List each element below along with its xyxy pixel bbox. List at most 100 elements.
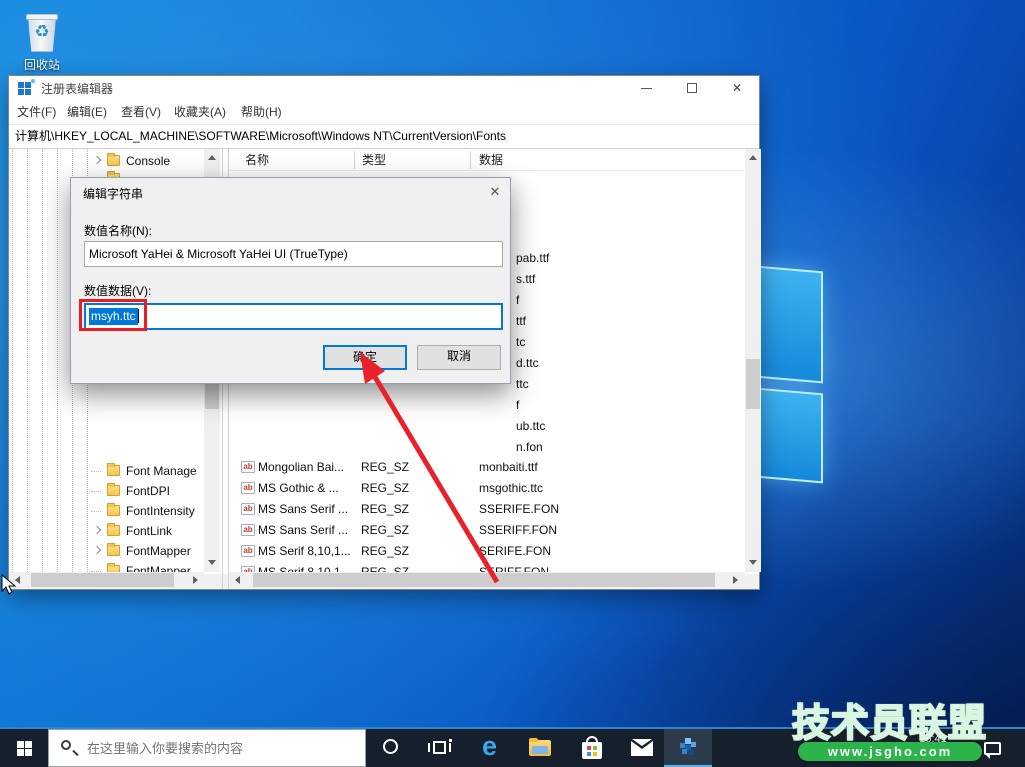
search-icon — [61, 740, 71, 750]
data-fragment: ub.ttc — [516, 416, 545, 437]
search-input[interactable] — [85, 730, 360, 766]
desktop: ♻ 回收站 注册表编辑器 ✕ 文件(F) 编辑(E) 查看(V) 收藏夹(A) … — [0, 0, 1025, 767]
ok-button[interactable]: 确定 — [323, 345, 407, 370]
scrollbar-thumb[interactable] — [746, 359, 760, 409]
file-explorer-icon-inner — [532, 746, 548, 754]
data-fragment: s.ttf — [516, 269, 535, 290]
tree-item-fontmapper2[interactable]: FontMapper — [9, 561, 204, 572]
maximize-button[interactable] — [669, 76, 715, 100]
windows-logo-icon — [17, 741, 24, 748]
scroll-left-icon[interactable] — [235, 576, 240, 584]
table-row[interactable]: ab MS Serif 8,10,1... REG_SZ SERIFE.FON — [229, 541, 745, 562]
regedit-app-icon-sparkle — [31, 79, 35, 83]
table-row[interactable]: ab MS Serif 8,10,1... REG_SZ SERIFF.FON — [229, 562, 745, 572]
menu-view[interactable]: 查看(V) — [121, 100, 161, 124]
value-name-field[interactable]: Microsoft YaHei & Microsoft YaHei UI (Tr… — [84, 241, 503, 267]
string-value-icon: ab — [241, 545, 255, 557]
search-icon-handle — [72, 750, 78, 756]
scroll-down-icon[interactable] — [208, 560, 216, 565]
menu-bar: 文件(F) 编辑(E) 查看(V) 收藏夹(A) 帮助(H) — [9, 100, 759, 124]
edge-icon: e — [482, 731, 497, 762]
list-horizontal-scrollbar[interactable] — [229, 572, 745, 588]
data-fragment: tc — [516, 332, 525, 353]
column-header-type[interactable]: 类型 — [362, 150, 386, 170]
data-fragment: n.fon — [516, 437, 543, 458]
recycle-bin-label: 回收站 — [14, 56, 70, 73]
start-button[interactable] — [0, 729, 48, 767]
annotation-red-box — [79, 299, 147, 331]
watermark-url: www.jsgho.com — [798, 742, 982, 761]
tree-item-fontmapper[interactable]: FontMapper — [9, 541, 204, 561]
cortana-button[interactable] — [372, 729, 412, 767]
folder-icon — [107, 565, 120, 572]
cortana-icon — [383, 739, 398, 754]
regedit-taskbar-button-active[interactable] — [664, 729, 712, 767]
edge-button[interactable]: e — [474, 729, 514, 767]
mail-icon-flap-top — [632, 739, 652, 746]
column-separator[interactable] — [354, 151, 355, 169]
expand-arrow-icon[interactable] — [93, 546, 101, 554]
mail-button[interactable] — [622, 729, 662, 767]
scroll-up-icon[interactable] — [749, 155, 757, 160]
list-vertical-scrollbar[interactable] — [745, 149, 761, 572]
folder-icon — [107, 465, 120, 476]
task-view-button[interactable] — [420, 729, 460, 767]
data-fragment: f — [516, 395, 519, 416]
action-center-icon-tail — [984, 753, 990, 759]
folder-icon — [107, 505, 120, 516]
scroll-down-icon[interactable] — [749, 560, 757, 565]
tree-item-fontintensity[interactable]: FontIntensity — [9, 501, 204, 521]
window-title: 注册表编辑器 — [41, 80, 113, 97]
cancel-button[interactable]: 取消 — [417, 345, 501, 370]
tree-item-font-management[interactable]: Font Manage — [9, 461, 204, 481]
menu-help[interactable]: 帮助(H) — [241, 100, 282, 124]
tree-stub — [91, 491, 101, 492]
task-view-icon — [433, 741, 446, 754]
scroll-right-icon[interactable] — [193, 576, 198, 584]
edit-string-dialog: 编辑字符串 ✕ 数值名称(N): Microsoft YaHei & Micro… — [70, 177, 511, 384]
folder-icon — [107, 155, 120, 166]
menu-favorites[interactable]: 收藏夹(A) — [174, 100, 226, 124]
menu-edit[interactable]: 编辑(E) — [67, 100, 107, 124]
scrollbar-thumb[interactable] — [253, 573, 715, 587]
table-row[interactable]: ab Mongolian Bai... REG_SZ monbaiti.ttf — [229, 457, 745, 478]
tree-item-fontlink[interactable]: FontLink — [9, 521, 204, 541]
store-icon-logo — [587, 746, 591, 750]
table-row[interactable]: ab MS Sans Serif ... REG_SZ SSERIFF.FON — [229, 520, 745, 541]
title-bar: 注册表编辑器 ✕ — [9, 76, 759, 100]
dialog-close-button[interactable]: ✕ — [485, 183, 505, 201]
search-box[interactable] — [48, 729, 366, 767]
file-explorer-icon-tab — [529, 738, 538, 742]
recycle-bin[interactable]: ♻ 回收站 — [14, 6, 70, 72]
column-separator[interactable] — [470, 151, 471, 169]
value-name-label: 数值名称(N): — [84, 222, 152, 239]
file-explorer-button[interactable] — [520, 729, 560, 767]
menu-file[interactable]: 文件(F) — [17, 100, 56, 124]
scrollbar-thumb[interactable] — [31, 573, 174, 587]
expand-arrow-icon[interactable] — [93, 156, 101, 164]
list-header: 名称 类型 数据 — [229, 149, 745, 171]
data-fragment: pab.ttf — [516, 248, 549, 269]
expand-arrow-icon[interactable] — [93, 526, 101, 534]
store-button[interactable] — [572, 729, 612, 767]
minimize-button[interactable] — [623, 76, 669, 100]
table-row[interactable]: ab MS Sans Serif ... REG_SZ SSERIFE.FON — [229, 499, 745, 520]
mouse-cursor — [1, 574, 17, 596]
tree-stub — [91, 511, 101, 512]
column-header-data[interactable]: 数据 — [479, 150, 503, 170]
folder-icon — [107, 545, 120, 556]
tree-horizontal-scrollbar[interactable] — [9, 572, 204, 588]
task-view-icon-dot — [449, 739, 452, 742]
scroll-up-icon[interactable] — [208, 155, 216, 160]
column-header-name[interactable]: 名称 — [245, 150, 269, 170]
task-view-icon-left — [428, 743, 430, 752]
address-bar[interactable]: 计算机\HKEY_LOCAL_MACHINE\SOFTWARE\Microsof… — [9, 124, 759, 149]
string-value-icon: ab — [241, 461, 255, 473]
watermark-title: 技术员联盟 — [792, 692, 987, 747]
scroll-right-icon[interactable] — [733, 576, 738, 584]
close-icon: ✕ — [732, 81, 742, 95]
tree-item-console[interactable]: Console — [9, 151, 204, 171]
close-button[interactable]: ✕ — [714, 76, 760, 100]
table-row[interactable]: ab MS Gothic & ... REG_SZ msgothic.ttc — [229, 478, 745, 499]
tree-item-fontdpi[interactable]: FontDPI — [9, 481, 204, 501]
